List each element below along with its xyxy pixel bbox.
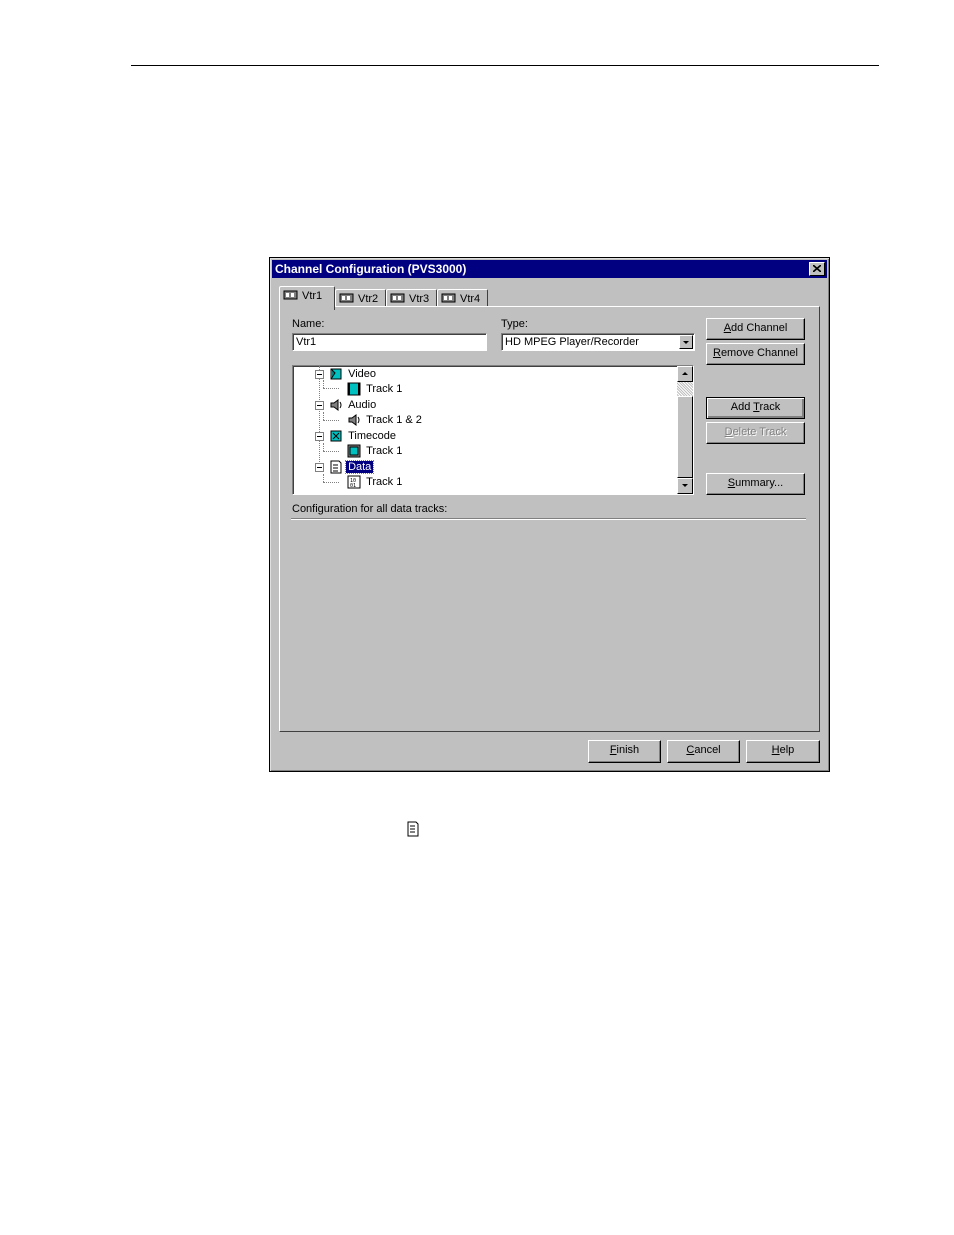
collapse-toggle[interactable]	[315, 401, 324, 410]
collapse-toggle[interactable]	[315, 432, 324, 441]
scroll-up-button[interactable]	[677, 366, 693, 382]
collapse-toggle[interactable]	[315, 463, 324, 472]
separator	[291, 518, 806, 520]
speaker-icon	[330, 399, 342, 412]
cancel-button[interactable]: Cancel	[667, 740, 740, 763]
add-channel-button[interactable]: Add Channel	[706, 318, 805, 340]
name-input[interactable]: Vtr1	[292, 333, 487, 351]
summary-button[interactable]: Summary...	[706, 473, 805, 495]
channel-configuration-dialog: Channel Configuration (PVS3000) Vtr1 Vtr…	[269, 257, 830, 772]
collapse-toggle[interactable]	[315, 370, 324, 379]
tab-panel: Name: Vtr1 Type: HD MPEG Player/Recorder	[279, 306, 820, 732]
svg-text:01: 01	[350, 483, 356, 489]
scroll-thumb[interactable]	[677, 396, 693, 478]
tab-label: Vtr4	[460, 293, 481, 305]
data-icon	[330, 460, 342, 474]
tab-vtr1[interactable]: Vtr1	[279, 286, 335, 310]
config-label: Configuration for all data tracks:	[292, 503, 448, 515]
chevron-up-icon	[682, 372, 688, 375]
add-track-button[interactable]: Add Track	[706, 397, 805, 419]
name-label: Name:	[292, 318, 325, 330]
speaker-icon	[348, 414, 360, 427]
data-track-icon: 1001	[347, 475, 361, 489]
tab-label: Vtr2	[358, 293, 379, 305]
tree-node-data-track[interactable]: 10 01 Track 1	[347, 475, 404, 490]
tree-node-video-track[interactable]: Track 1	[347, 382, 404, 397]
config-area	[292, 523, 806, 723]
video-icon	[330, 368, 342, 380]
tree-node-audio[interactable]: Audio	[329, 398, 378, 413]
tree-node-timecode-track[interactable]: Track 1	[347, 444, 404, 459]
timecode-icon	[330, 430, 342, 442]
tab-label: Vtr3	[409, 293, 430, 305]
chevron-down-icon	[683, 341, 689, 344]
dialog-title: Channel Configuration (PVS3000)	[275, 262, 467, 276]
type-label: Type:	[501, 318, 528, 330]
vtr-icon	[390, 293, 405, 303]
vtr-icon	[441, 293, 456, 303]
help-button[interactable]: Help	[746, 740, 820, 763]
delete-track-button[interactable]: Delete Track	[706, 422, 805, 444]
close-button[interactable]	[809, 262, 825, 276]
dropdown-button[interactable]	[679, 335, 693, 349]
scroll-down-button[interactable]	[677, 478, 693, 494]
tab-label: Vtr1	[302, 290, 323, 302]
header-rule	[131, 65, 879, 66]
finish-button[interactable]: Finish	[588, 740, 661, 763]
tree-scrollbar[interactable]	[677, 366, 693, 494]
chevron-down-icon	[682, 484, 688, 487]
close-icon	[813, 265, 821, 272]
type-value: HD MPEG Player/Recorder	[505, 336, 639, 348]
type-select[interactable]: HD MPEG Player/Recorder	[501, 333, 695, 351]
track-tree[interactable]: Video Track 1 Audio Track 1 & 2 Timecode	[292, 365, 694, 495]
tree-node-data[interactable]: Data	[329, 460, 375, 475]
data-icon	[407, 821, 419, 837]
tree-node-timecode[interactable]: Timecode	[329, 429, 398, 444]
film-icon	[347, 382, 361, 396]
remove-channel-button[interactable]: Remove Channel	[706, 343, 805, 365]
tree-node-audio-track[interactable]: Track 1 & 2	[347, 413, 424, 428]
timecode-track-icon	[347, 444, 361, 458]
title-bar: Channel Configuration (PVS3000)	[272, 260, 827, 278]
tree-node-video[interactable]: Video	[329, 367, 378, 382]
vtr-icon	[283, 290, 298, 300]
vtr-icon	[339, 293, 354, 303]
